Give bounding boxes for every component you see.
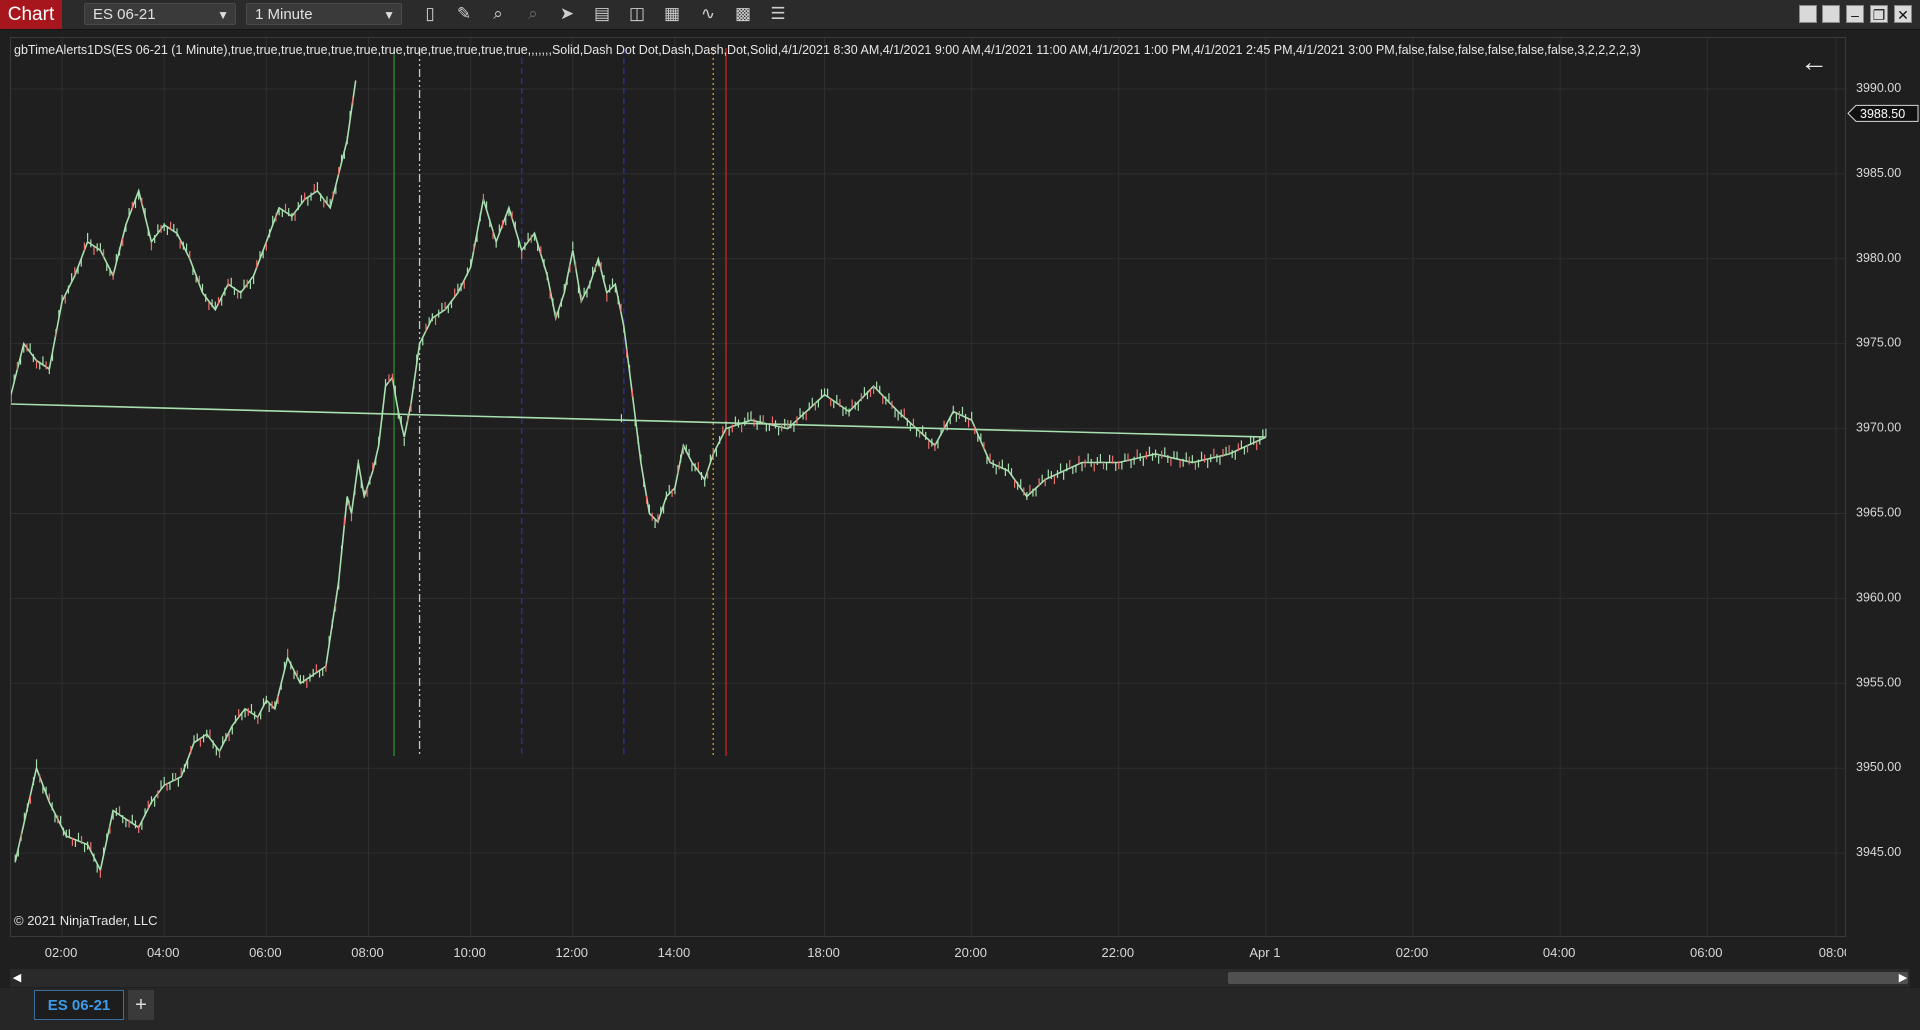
- chart-trader-icon[interactable]: ◫: [626, 4, 648, 24]
- chart-toolbar: Chart ES 06-21 ▼ 1 Minute ▼ ▯ ✎ ⌕ ⌕ ➤ ▤ …: [0, 0, 1920, 30]
- minimize-button[interactable]: –: [1846, 5, 1864, 23]
- close-button[interactable]: ✕: [1894, 5, 1912, 23]
- draw-tool-icon[interactable]: ✎: [453, 4, 475, 24]
- instrument-selector-value: ES 06-21: [93, 6, 156, 23]
- time-axis-svg: 02:00 04:00 06:00 08:00 10:00 12:00 14:00 18:00…: [45, 945, 1851, 960]
- time-tick-label: 20:00: [954, 945, 987, 960]
- price-tick-label: 3955.00: [1856, 675, 1901, 689]
- time-tick-label: 02:00: [45, 945, 78, 960]
- time-tick-label: 12:00: [556, 945, 589, 960]
- strategies-icon[interactable]: ▦: [661, 4, 683, 24]
- tab-es-06-21[interactable]: ES 06-21: [34, 990, 124, 1020]
- maximize-button[interactable]: ❐: [1870, 5, 1888, 23]
- chart-window-title: Chart: [0, 0, 62, 29]
- pointer-icon[interactable]: ➤: [556, 4, 578, 24]
- price-tick-label: 3945.00: [1856, 845, 1901, 859]
- time-tick-label: Apr 1: [1249, 945, 1280, 960]
- time-tick-label: 04:00: [147, 945, 180, 960]
- price-series-line: [0, 80, 1267, 873]
- price-tick-label: 3960.00: [1856, 590, 1901, 604]
- scroll-thumb[interactable]: [1228, 972, 1908, 984]
- zoom-in-icon[interactable]: ⌕: [487, 4, 509, 24]
- time-tick-label: 18:00: [807, 945, 840, 960]
- time-tick-label: 08:00: [351, 945, 384, 960]
- indicators-icon[interactable]: ∿: [697, 4, 719, 24]
- price-chart-svg: [0, 38, 1847, 938]
- restore-button[interactable]: [1822, 5, 1840, 23]
- chevron-down-icon: ▼: [217, 8, 229, 22]
- last-price-label: 3988.50: [1860, 107, 1905, 121]
- price-tick-label: 3975.00: [1856, 336, 1901, 350]
- time-tick-label: 22:00: [1102, 945, 1135, 960]
- indicator-label[interactable]: gbTimeAlerts1DS(ES 06-21 (1 Minute),true…: [14, 43, 1641, 57]
- time-tick-label: 08:00: [1819, 945, 1846, 960]
- time-tick-label: 10:00: [453, 945, 486, 960]
- time-tick-label: 06:00: [249, 945, 282, 960]
- scroll-right-icon[interactable]: ▶: [1896, 970, 1910, 986]
- zoom-out-icon[interactable]: ⌕: [522, 4, 544, 24]
- time-axis[interactable]: 02:00 04:00 06:00 08:00 10:00 12:00 14:00 18:00…: [10, 937, 1851, 967]
- price-tick-label: 3980.00: [1856, 251, 1901, 265]
- horizontal-scrollbar[interactable]: ◀ ▶: [10, 969, 1910, 987]
- price-tick-label: 3970.00: [1856, 421, 1901, 435]
- price-axis[interactable]: 3945.00 3950.00 3955.00 3960.00 3965.00 3970.…: [1846, 37, 1920, 937]
- instrument-selector[interactable]: ES 06-21 ▼: [84, 3, 236, 25]
- time-tick-label: 06:00: [1690, 945, 1723, 960]
- time-tick-label: 02:00: [1396, 945, 1429, 960]
- interval-selector-value: 1 Minute: [255, 6, 313, 23]
- chevron-down-icon: ▼: [383, 8, 395, 22]
- back-arrow-icon[interactable]: ←: [1800, 48, 1828, 76]
- properties-icon[interactable]: ▩: [732, 4, 754, 24]
- list-icon[interactable]: ☰: [767, 4, 789, 24]
- bars-type-icon[interactable]: ▯: [419, 4, 441, 24]
- data-box-icon[interactable]: ▤: [591, 4, 613, 24]
- chart-tabs-bar: ES 06-21 +: [0, 988, 1920, 1030]
- chart-plot-area[interactable]: [0, 37, 1847, 938]
- price-tick-label: 3965.00: [1856, 505, 1901, 519]
- tile-button[interactable]: [1799, 5, 1817, 23]
- add-tab-button[interactable]: +: [128, 990, 154, 1020]
- price-tick-label: 3950.00: [1856, 760, 1901, 774]
- price-tick-label: 3985.00: [1856, 166, 1901, 180]
- time-tick-label: 14:00: [658, 945, 691, 960]
- scroll-left-icon[interactable]: ◀: [10, 970, 24, 986]
- time-tick-label: 04:00: [1543, 945, 1576, 960]
- interval-selector[interactable]: 1 Minute ▼: [246, 3, 402, 25]
- price-tick-label: 3990.00: [1856, 81, 1901, 95]
- copyright-text: © 2021 NinjaTrader, LLC: [14, 913, 158, 928]
- price-axis-svg: 3945.00 3950.00 3955.00 3960.00 3965.00 3970.…: [1847, 81, 1919, 859]
